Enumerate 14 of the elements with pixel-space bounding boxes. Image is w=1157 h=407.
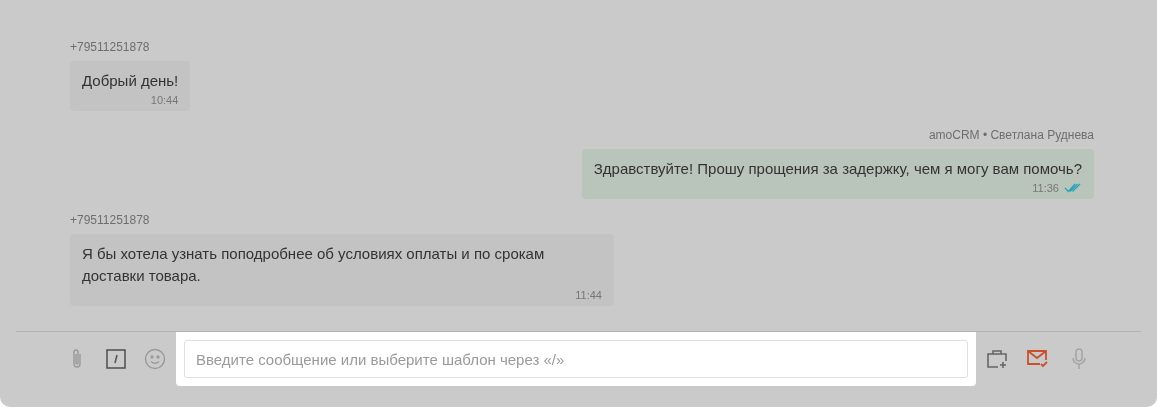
briefcase-plus-icon[interactable] <box>986 348 1008 370</box>
sender-name: +79511251878 <box>70 213 150 227</box>
message-time: 10:44 <box>150 94 179 106</box>
template-icon[interactable] <box>105 348 127 370</box>
sender-name: amoCRM • Светлана Руднева <box>928 128 1094 142</box>
message-text: Здравствуйте! Прошу прощения за задержку, чем я могу вам помочь? <box>593 159 1082 179</box>
envelope-check-icon[interactable] <box>1027 348 1049 370</box>
message-time: 11:36 <box>1032 182 1059 194</box>
sender-name: +79511251878 <box>70 40 150 54</box>
message-time: 11:44 <box>575 289 602 301</box>
message-field[interactable]: Введите сообщение или выберите шаблон через «/» <box>176 332 976 386</box>
smiley-icon[interactable] <box>144 348 166 370</box>
message-text: Добрый день! <box>82 71 179 91</box>
message-text: Я бы хотела узнать поподробнее об условиях оплаты и по срокам доставки товара. <box>82 244 546 286</box>
